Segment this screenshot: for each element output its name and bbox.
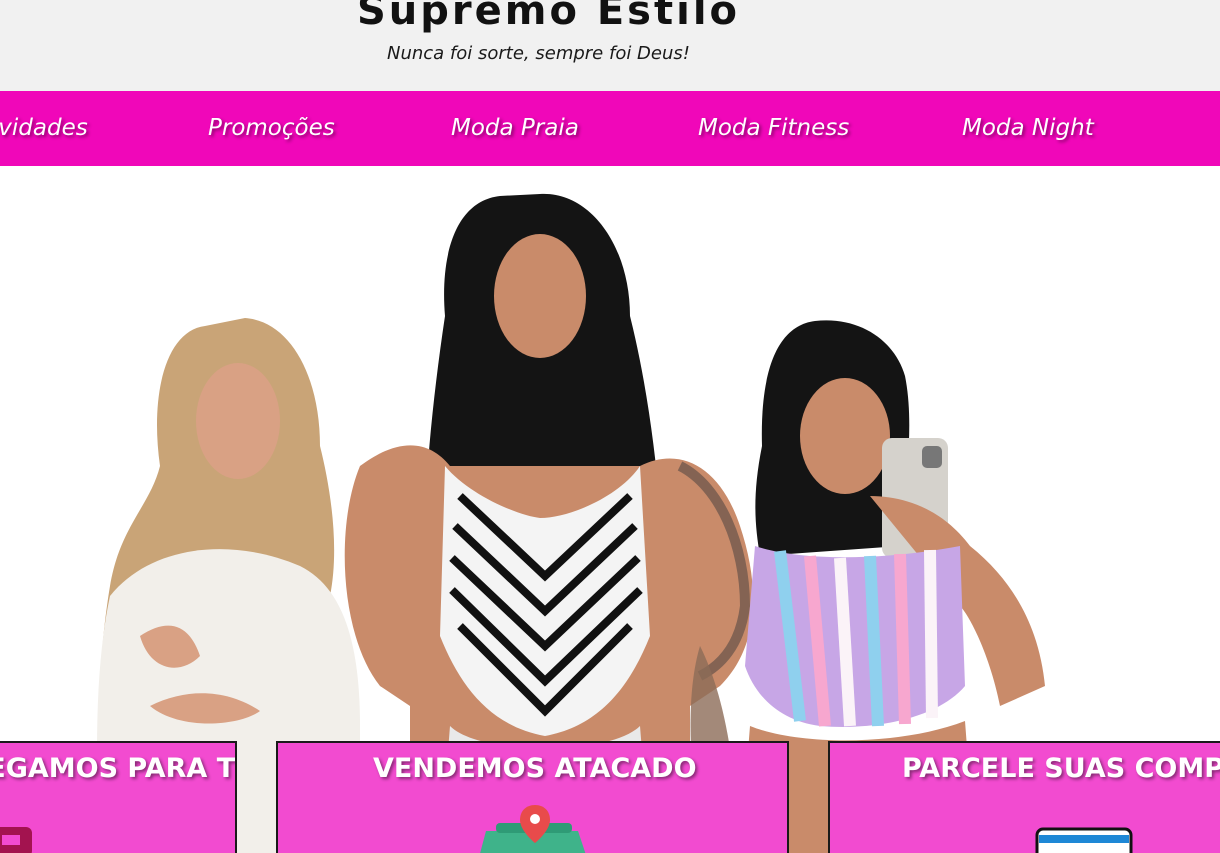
main-nav: Novidades Promoções Moda Praia Moda Fitn… (0, 91, 1220, 166)
nav-item-moda-fitness[interactable]: Moda Fitness (698, 115, 849, 141)
feature-card-wholesale[interactable]: VENDEMOS ATACADO (276, 741, 789, 853)
store-location-icon (480, 805, 586, 853)
site-tagline: Nunca foi sorte, sempre foi Deus! (387, 43, 690, 64)
credit-card-icon (1035, 827, 1133, 853)
feature-title-wholesale: VENDEMOS ATACADO (373, 753, 697, 784)
nav-item-moda-night[interactable]: Moda Night (962, 115, 1094, 141)
nav-item-promocoes[interactable]: Promoções (208, 115, 335, 141)
nav-item-novidades[interactable]: Novidades (0, 115, 88, 141)
site-title[interactable]: Supremo Estilo (357, 0, 740, 34)
feature-title-shipping: ENTREGAMOS PARA TODO O BRASIL (0, 753, 236, 784)
site-header: Supremo Estilo Nunca foi sorte, sempre f… (0, 0, 1220, 91)
feature-card-shipping[interactable]: ENTREGAMOS PARA TODO O BRASIL (0, 741, 237, 853)
feature-card-installments[interactable]: PARCELE SUAS COMPRAS (828, 741, 1220, 853)
nav-item-moda-praia[interactable]: Moda Praia (451, 115, 579, 141)
delivery-truck-icon (0, 827, 32, 853)
feature-title-installments: PARCELE SUAS COMPRAS (902, 753, 1220, 784)
